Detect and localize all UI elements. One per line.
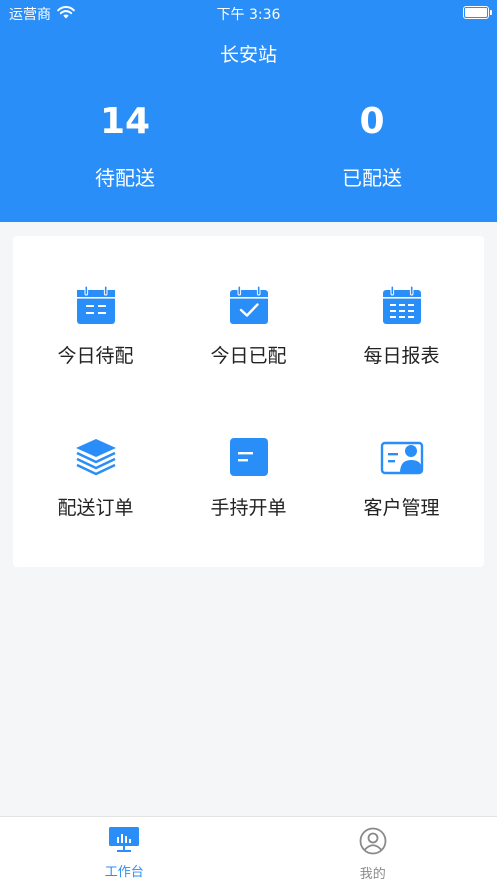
- user-circle-icon: [359, 827, 387, 859]
- calendar-grid-icon: [380, 283, 424, 327]
- monitor-chart-icon: [109, 827, 140, 857]
- menu-grid: 今日待配 今日已配 每日报表 配送订单 手持开单 客户管理: [13, 236, 484, 552]
- tab-workbench[interactable]: 工作台: [0, 817, 249, 883]
- header: 运营商 下午 3:36 长安站 14 待配送 0 已配送: [0, 0, 497, 222]
- menu-item-delivery-orders[interactable]: 配送订单: [19, 400, 172, 552]
- calendar-list-icon: [74, 283, 118, 327]
- contact-card-icon: [380, 435, 424, 479]
- status-bar: 运营商 下午 3:36: [0, 0, 497, 26]
- menu-card: 今日待配 今日已配 每日报表 配送订单 手持开单 客户管理: [13, 236, 484, 567]
- menu-item-daily-report[interactable]: 每日报表: [325, 248, 478, 400]
- menu-item-label: 今日待配: [57, 345, 134, 367]
- tab-bar: 工作台 我的: [0, 816, 497, 883]
- layers-icon: [74, 435, 118, 479]
- menu-item-label: 今日已配: [210, 345, 287, 367]
- app-screen: 运营商 下午 3:36 长安站 14 待配送 0 已配送 今日待配 今日已配 每…: [0, 0, 497, 883]
- stat-delivered[interactable]: 0 已配送: [272, 100, 472, 191]
- stat-delivered-value: 0: [359, 101, 385, 142]
- battery-icon: [463, 6, 492, 19]
- menu-item-label: 配送订单: [57, 497, 134, 519]
- tab-profile[interactable]: 我的: [249, 817, 497, 883]
- stat-delivered-label: 已配送: [342, 166, 402, 190]
- menu-item-handheld-order[interactable]: 手持开单: [172, 400, 325, 552]
- stat-pending-label: 待配送: [95, 166, 155, 190]
- document-icon: [227, 435, 271, 479]
- menu-item-customer-management[interactable]: 客户管理: [325, 400, 478, 552]
- page-title: 长安站: [219, 44, 277, 66]
- menu-item-today-delivered[interactable]: 今日已配: [172, 248, 325, 400]
- stat-pending-value: 14: [99, 101, 151, 142]
- calendar-check-icon: [227, 283, 271, 327]
- tab-profile-label: 我的: [359, 867, 386, 882]
- menu-item-today-pending[interactable]: 今日待配: [19, 248, 172, 400]
- tab-workbench-label: 工作台: [104, 865, 144, 880]
- menu-item-label: 客户管理: [363, 497, 440, 519]
- stat-pending[interactable]: 14 待配送: [25, 100, 225, 191]
- menu-item-label: 手持开单: [210, 497, 287, 519]
- status-time: 下午 3:36: [216, 7, 281, 23]
- menu-item-label: 每日报表: [363, 345, 440, 367]
